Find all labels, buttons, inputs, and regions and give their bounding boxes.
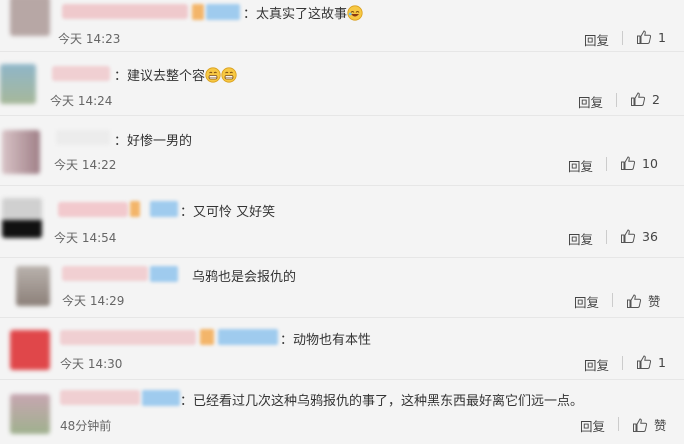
thumbs-up-icon <box>631 92 646 106</box>
username[interactable] <box>60 390 140 405</box>
divider <box>618 417 619 431</box>
username[interactable] <box>56 130 110 145</box>
comment-text: ：好惨一男的 <box>114 130 192 149</box>
like-count: 36 <box>642 228 658 244</box>
thumbs-up-icon <box>637 355 652 369</box>
comment-text-content: ：又可怜 又好笑 <box>180 205 276 220</box>
comment-text-content: 乌鸦也是会报仇的 <box>192 270 297 285</box>
comment-text: ：动物也有本性 <box>280 329 371 348</box>
avatar[interactable] <box>0 64 36 104</box>
like-button[interactable]: 36 <box>620 228 658 244</box>
comment-text-content: ：好惨一男的 <box>114 134 193 149</box>
comment-time: 今天 14:29 <box>62 294 125 308</box>
like-button[interactable]: 1 <box>636 354 666 370</box>
thumbs-up-icon <box>627 293 642 308</box>
like-count: 赞 <box>654 418 667 433</box>
like-button[interactable]: 赞 <box>632 415 667 434</box>
comment-text-content: ：已经看过几次这种乌鸦报仇的事了，这种黑东西最好离它们远一点。 <box>180 394 584 409</box>
user-badge <box>150 201 178 217</box>
reply-button[interactable]: 回复 <box>568 229 593 248</box>
user-badge <box>200 329 214 345</box>
comment-time: 今天 14:23 <box>58 32 121 46</box>
like-button[interactable]: 1 <box>636 29 666 45</box>
user-badge <box>130 201 140 217</box>
comment-time: 今天 14:24 <box>50 94 113 108</box>
username[interactable] <box>58 202 128 217</box>
like-count: 1 <box>658 354 666 370</box>
like-count: 1 <box>658 29 666 45</box>
avatar[interactable] <box>2 130 40 174</box>
user-badge <box>206 4 240 20</box>
like-button[interactable]: 10 <box>620 155 658 171</box>
reply-button[interactable]: 回复 <box>568 156 593 175</box>
username[interactable] <box>62 4 188 19</box>
divider <box>622 356 623 370</box>
reply-button[interactable]: 回复 <box>574 292 599 311</box>
avatar[interactable] <box>10 0 50 36</box>
user-badge <box>150 266 178 282</box>
user-badge <box>142 390 180 406</box>
user-badge <box>218 329 278 345</box>
divider <box>606 230 607 244</box>
like-count: 2 <box>652 91 660 107</box>
comment-text: ：又可怜 又好笑 <box>180 201 275 220</box>
like-count: 10 <box>642 155 658 171</box>
comment-text: ：建议去整个容 <box>114 65 237 84</box>
username[interactable] <box>52 66 110 81</box>
comment-text: ：已经看过几次这种乌鸦报仇的事了，这种黑东西最好离它们远一点。 <box>180 390 583 409</box>
avatar[interactable] <box>16 266 50 306</box>
thumbs-up-icon <box>621 229 636 243</box>
divider <box>622 31 623 45</box>
comment-item: ：太真实了这故事 今天 14:23 回复 1 <box>0 0 684 52</box>
thumbs-up-icon <box>637 30 652 44</box>
comment-item: ：好惨一男的 今天 14:22 回复 10 <box>0 116 684 186</box>
reply-button[interactable]: 回复 <box>580 416 605 435</box>
user-badge <box>192 4 204 20</box>
comment-text-content: ：太真实了这故事 <box>243 7 348 22</box>
avatar[interactable] <box>10 394 50 434</box>
comment-time: 今天 14:22 <box>54 158 117 172</box>
grinning-emoji-icon <box>221 67 237 83</box>
comment-item: ：又可怜 又好笑 今天 14:54 回复 36 <box>0 186 684 258</box>
like-count: 赞 <box>648 294 661 309</box>
comment-item: ：建议去整个容 今天 14:24 回复 2 <box>0 52 684 116</box>
reply-button[interactable]: 回复 <box>584 30 609 49</box>
comment-time: 48分钟前 <box>60 419 112 433</box>
comment-text: 乌鸦也是会报仇的 <box>192 266 296 285</box>
thumbs-up-icon <box>621 156 636 170</box>
like-button[interactable]: 赞 <box>626 291 661 310</box>
like-button[interactable]: 2 <box>630 91 660 107</box>
divider <box>606 157 607 171</box>
avatar[interactable] <box>2 198 42 238</box>
comment-text-content: ：建议去整个容 <box>114 69 206 84</box>
thumbs-up-icon <box>633 417 648 432</box>
avatar[interactable] <box>10 330 50 370</box>
comment-time: 今天 14:54 <box>54 231 117 245</box>
username[interactable] <box>62 266 148 281</box>
divider <box>616 93 617 107</box>
comment-item: ：动物也有本性 今天 14:30 回复 1 <box>0 318 684 380</box>
reply-button[interactable]: 回复 <box>578 92 603 111</box>
username[interactable] <box>60 330 196 345</box>
comment-text-content: ：动物也有本性 <box>280 333 372 348</box>
comment-item: 乌鸦也是会报仇的 今天 14:29 回复 赞 <box>0 258 684 318</box>
grinning-emoji-icon <box>205 67 221 83</box>
laughing-emoji-icon <box>347 5 363 21</box>
divider <box>612 293 613 307</box>
reply-button[interactable]: 回复 <box>584 355 609 374</box>
comment-time: 今天 14:30 <box>60 357 123 371</box>
comment-text: ：太真实了这故事 <box>243 3 363 22</box>
comment-item: ：已经看过几次这种乌鸦报仇的事了，这种黑东西最好离它们远一点。 48分钟前 回复… <box>0 380 684 444</box>
